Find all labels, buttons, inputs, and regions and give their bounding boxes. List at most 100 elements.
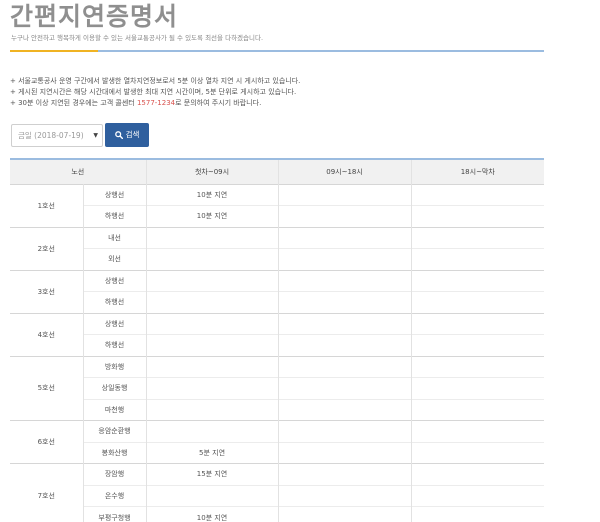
delay-first-to-09: 5분 지연 (145, 441, 279, 464)
table-row: 1호선 상행선 10분 지연 (10, 184, 545, 210)
notice-list: + 서울교통공사 운영 구간에서 발생한 열차지연정보로서 5분 이상 열차 지… (10, 76, 300, 109)
direction: 봉화산행 (82, 441, 147, 464)
direction: 하행선 (82, 334, 147, 356)
page-subtitle: 누구나 안전하고 행복하게 이용할 수 있는 서울교통공사가 될 수 있도록 최… (11, 34, 264, 42)
table-row: 6호선 응암순환행 (10, 420, 545, 446)
notice-line-3-text: + 30분 이상 지연된 경우에는 고객 콜센터 (10, 99, 137, 107)
delay-09-to-18 (277, 205, 412, 227)
title-divider-accent (10, 50, 98, 52)
table-row: 온수행 (10, 484, 545, 507)
notice-line-3-tail: 로 문의하여 주시기 바랍니다. (175, 99, 262, 107)
delay-18-to-last (410, 441, 545, 464)
line-name: 6호선 (37, 438, 55, 446)
line-name: 7호선 (37, 492, 55, 500)
table-row: 4호선 상행선 (10, 313, 545, 339)
delay-first-to-09: 10분 지연 (145, 506, 279, 522)
delay-first-to-09 (145, 398, 279, 421)
line-group-7: 7호선 장암행 15분 지연 온수행 부평구청행 10분 지연 (10, 463, 545, 522)
table-row: 7호선 장암행 15분 지연 (10, 463, 545, 500)
title-divider (10, 50, 544, 52)
line-name: 4호선 (37, 330, 55, 339)
line-name: 1호선 (37, 201, 55, 210)
direction: 온수행 (82, 484, 147, 507)
table-row: 외선 (10, 248, 545, 270)
delay-first-to-09 (145, 313, 279, 335)
direction: 방화행 (82, 356, 147, 378)
delay-09-to-18 (277, 313, 412, 335)
page-title: 간편지연증명서 (10, 2, 179, 31)
delay-18-to-last (410, 377, 545, 399)
delay-18-to-last (410, 248, 545, 270)
date-select-value: 금일 (2018-07-19) (18, 131, 84, 140)
delay-18-to-last (410, 463, 545, 485)
line-group-6: 6호선 응암순환행 봉화산행 5분 지연 (10, 420, 545, 464)
line-name: 2호선 (37, 244, 55, 253)
direction: 하행선 (82, 205, 147, 227)
delay-09-to-18 (277, 463, 412, 485)
direction: 마천행 (82, 398, 147, 421)
delay-18-to-last (410, 420, 545, 442)
delay-09-to-18 (277, 441, 412, 464)
delay-18-to-last (410, 313, 545, 335)
delay-first-to-09 (145, 377, 279, 399)
delay-first-to-09 (145, 420, 279, 442)
header-first-to-09: 첫차~09시 (145, 159, 279, 184)
direction: 상행선 (82, 184, 147, 206)
notice-line-2: + 게시된 지연시간은 해당 시간대에서 발생한 최대 지연 시간이며, 5분 … (10, 88, 297, 96)
delay-18-to-last (410, 506, 545, 522)
search-icon (114, 131, 123, 140)
table-row: 봉화산행 5분 지연 (10, 441, 545, 464)
delay-18-to-last (410, 227, 545, 249)
table-row: 상일동행 (10, 377, 545, 399)
delay-18-to-last (410, 291, 545, 313)
delay-09-to-18 (277, 184, 412, 206)
delay-09-to-18 (277, 270, 412, 292)
table-row: 하행선 (10, 334, 545, 356)
line-group-2: 2호선 내선 외선 (10, 227, 545, 270)
line-group-4: 4호선 상행선 하행선 (10, 313, 545, 356)
notice-line-3: + 30분 이상 지연된 경우에는 고객 콜센터 1577-1234로 문의하여… (10, 98, 300, 109)
delay-09-to-18 (277, 227, 412, 249)
table-row: 5호선 방화행 (10, 356, 545, 392)
header-line: 노선 (71, 167, 85, 176)
line-group-1: 1호선 상행선 10분 지연 하행선 10분 지연 (10, 184, 545, 227)
delay-18-to-last (410, 356, 545, 378)
table-row: 마천행 (10, 398, 545, 421)
table-header-row: 노선 첫차~09시 09시~18시 18시~막차 (10, 159, 545, 184)
delay-table: 노선 첫차~09시 09시~18시 18시~막차 1호선 상행선 10분 지연 … (10, 158, 545, 522)
caret-down-icon: ▼ (93, 132, 98, 139)
notice-line-1: + 서울교통공사 운영 구간에서 발생한 열차지연정보로서 5분 이상 열차 지… (10, 77, 301, 85)
delay-18-to-last (410, 334, 545, 356)
search-button[interactable]: 검색 (105, 123, 149, 147)
delay-09-to-18 (277, 506, 412, 522)
direction: 상행선 (82, 313, 147, 335)
delay-first-to-09: 15분 지연 (145, 463, 279, 485)
table-row: 하행선 10분 지연 (10, 205, 545, 227)
direction: 외선 (82, 248, 147, 270)
line-group-3: 3호선 상행선 하행선 (10, 270, 545, 313)
delay-first-to-09 (145, 484, 279, 507)
date-select[interactable]: 금일 (2018-07-19) ▼ (11, 124, 103, 147)
delay-09-to-18 (277, 334, 412, 356)
table-row: 3호선 상행선 (10, 270, 545, 296)
header-09-to-18: 09시~18시 (277, 159, 412, 184)
delay-09-to-18 (277, 420, 412, 442)
direction: 상일동행 (82, 377, 147, 399)
table-row: 하행선 (10, 291, 545, 313)
table-row: 2호선 내선 (10, 227, 545, 253)
delay-18-to-last (410, 184, 545, 206)
direction: 하행선 (82, 291, 147, 313)
direction: 장암행 (82, 463, 147, 485)
delay-18-to-last (410, 484, 545, 507)
delay-09-to-18 (277, 356, 412, 378)
delay-first-to-09 (145, 270, 279, 292)
delay-first-to-09 (145, 227, 279, 249)
delay-18-to-last (410, 270, 545, 292)
table-row: 부평구청행 10분 지연 (10, 506, 545, 522)
line-name: 3호선 (37, 287, 55, 296)
line-group-5: 5호선 방화행 상일동행 마천행 (10, 356, 545, 421)
delay-09-to-18 (277, 377, 412, 399)
delay-first-to-09 (145, 291, 279, 313)
line-name: 5호선 (37, 384, 55, 393)
delay-09-to-18 (277, 484, 412, 507)
